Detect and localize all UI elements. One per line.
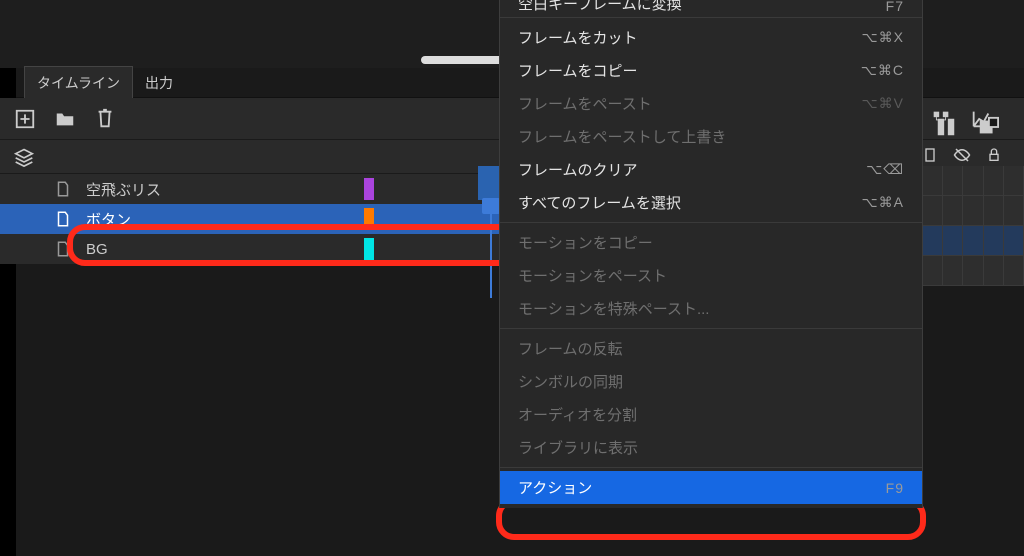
menu-item: モーションをコピー xyxy=(500,226,922,259)
menu-item-shortcut: F7 xyxy=(886,0,904,14)
tab-timeline[interactable]: タイムライン xyxy=(24,66,133,100)
lock-col-icon[interactable] xyxy=(978,147,1010,166)
menu-item-label: フレームをコピー xyxy=(518,60,638,81)
right-toolbar xyxy=(935,116,999,138)
menu-separator xyxy=(500,17,922,18)
tab-output[interactable]: 出力 xyxy=(133,67,185,99)
menu-item: ライブラリに表示 xyxy=(500,431,922,464)
menu-item: モーションを特殊ペースト... xyxy=(500,292,922,325)
menu-separator xyxy=(500,467,922,468)
menu-item-label: アクション xyxy=(518,477,592,498)
menu-item-shortcut: ⌥⌘A xyxy=(862,194,904,211)
layer-type-icon xyxy=(54,180,72,198)
window-edge xyxy=(0,0,16,556)
menu-item: フレームの反転 xyxy=(500,332,922,365)
menu-item-shortcut: F9 xyxy=(886,480,904,496)
layer-color-marker xyxy=(364,208,374,230)
menu-item-label: ライブラリに表示 xyxy=(518,437,638,458)
menu-item-label: モーションをペースト xyxy=(518,265,667,286)
menu-item-label: フレームの反転 xyxy=(518,338,623,359)
menu-separator xyxy=(500,328,922,329)
menu-item[interactable]: フレームをカット ⌥⌘X xyxy=(500,21,922,54)
layers-icon xyxy=(14,147,34,167)
playhead[interactable] xyxy=(482,198,500,298)
menu-item-label: フレームのクリア xyxy=(518,159,638,180)
menu-item-shortcut: ⌥⌫ xyxy=(866,161,904,178)
menu-separator xyxy=(500,222,922,223)
menu-item: シンボルの同期 xyxy=(500,365,922,398)
menu-item-label: 空白キーフレームに変換 xyxy=(518,0,682,14)
timeline-frame-grid[interactable] xyxy=(923,166,1024,316)
menu-item-shortcut: ⌥⌘V xyxy=(862,95,904,112)
menu-item[interactable]: アクション F9 xyxy=(500,471,922,504)
menu-item-shortcut: ⌥⌘C xyxy=(861,62,904,79)
menu-item: モーションをペースト xyxy=(500,259,922,292)
menu-item-label: モーションを特殊ペースト... xyxy=(518,298,709,319)
menu-item-label: モーションをコピー xyxy=(518,232,653,253)
keyframe-view-icon[interactable] xyxy=(977,116,999,138)
menu-item[interactable]: 空白キーフレームに変換 F7 xyxy=(500,0,922,14)
layer-type-icon xyxy=(54,240,72,258)
frame-context-menu: 空白キーフレームに変換F7フレームをカット⌥⌘Xフレームをコピー⌥⌘Cフレームを… xyxy=(499,0,923,508)
menu-item-label: フレームをペーストして上書き xyxy=(518,126,726,147)
delete-layer-button[interactable] xyxy=(94,108,116,130)
frame-ruler-segment[interactable] xyxy=(478,166,500,200)
visibility-col-icon[interactable] xyxy=(946,146,978,167)
menu-item[interactable]: すべてのフレームを選択 ⌥⌘A xyxy=(500,186,922,219)
menu-item: フレームをペースト ⌥⌘V xyxy=(500,87,922,120)
menu-item[interactable]: フレームのクリア ⌥⌫ xyxy=(500,153,922,186)
menu-item-label: フレームをカット xyxy=(518,27,638,48)
new-folder-button[interactable] xyxy=(54,108,76,130)
layer-type-icon xyxy=(54,210,72,228)
menu-item[interactable]: フレームをコピー ⌥⌘C xyxy=(500,54,922,87)
menu-item-label: オーディオを分割 xyxy=(518,404,637,425)
menu-item-label: シンボルの同期 xyxy=(518,371,623,392)
layer-color-marker xyxy=(364,178,374,200)
horizontal-scrollbar[interactable] xyxy=(421,56,504,64)
menu-item-shortcut: ⌥⌘X xyxy=(862,29,904,46)
new-layer-button[interactable] xyxy=(14,108,36,130)
menu-item-label: すべてのフレームを選択 xyxy=(518,192,681,213)
menu-item-label: フレームをペースト xyxy=(518,93,652,114)
layer-color-marker xyxy=(364,238,374,260)
menu-item: オーディオを分割 xyxy=(500,398,922,431)
frame-view-icon[interactable] xyxy=(935,116,957,138)
menu-item: フレームをペーストして上書き xyxy=(500,120,922,153)
